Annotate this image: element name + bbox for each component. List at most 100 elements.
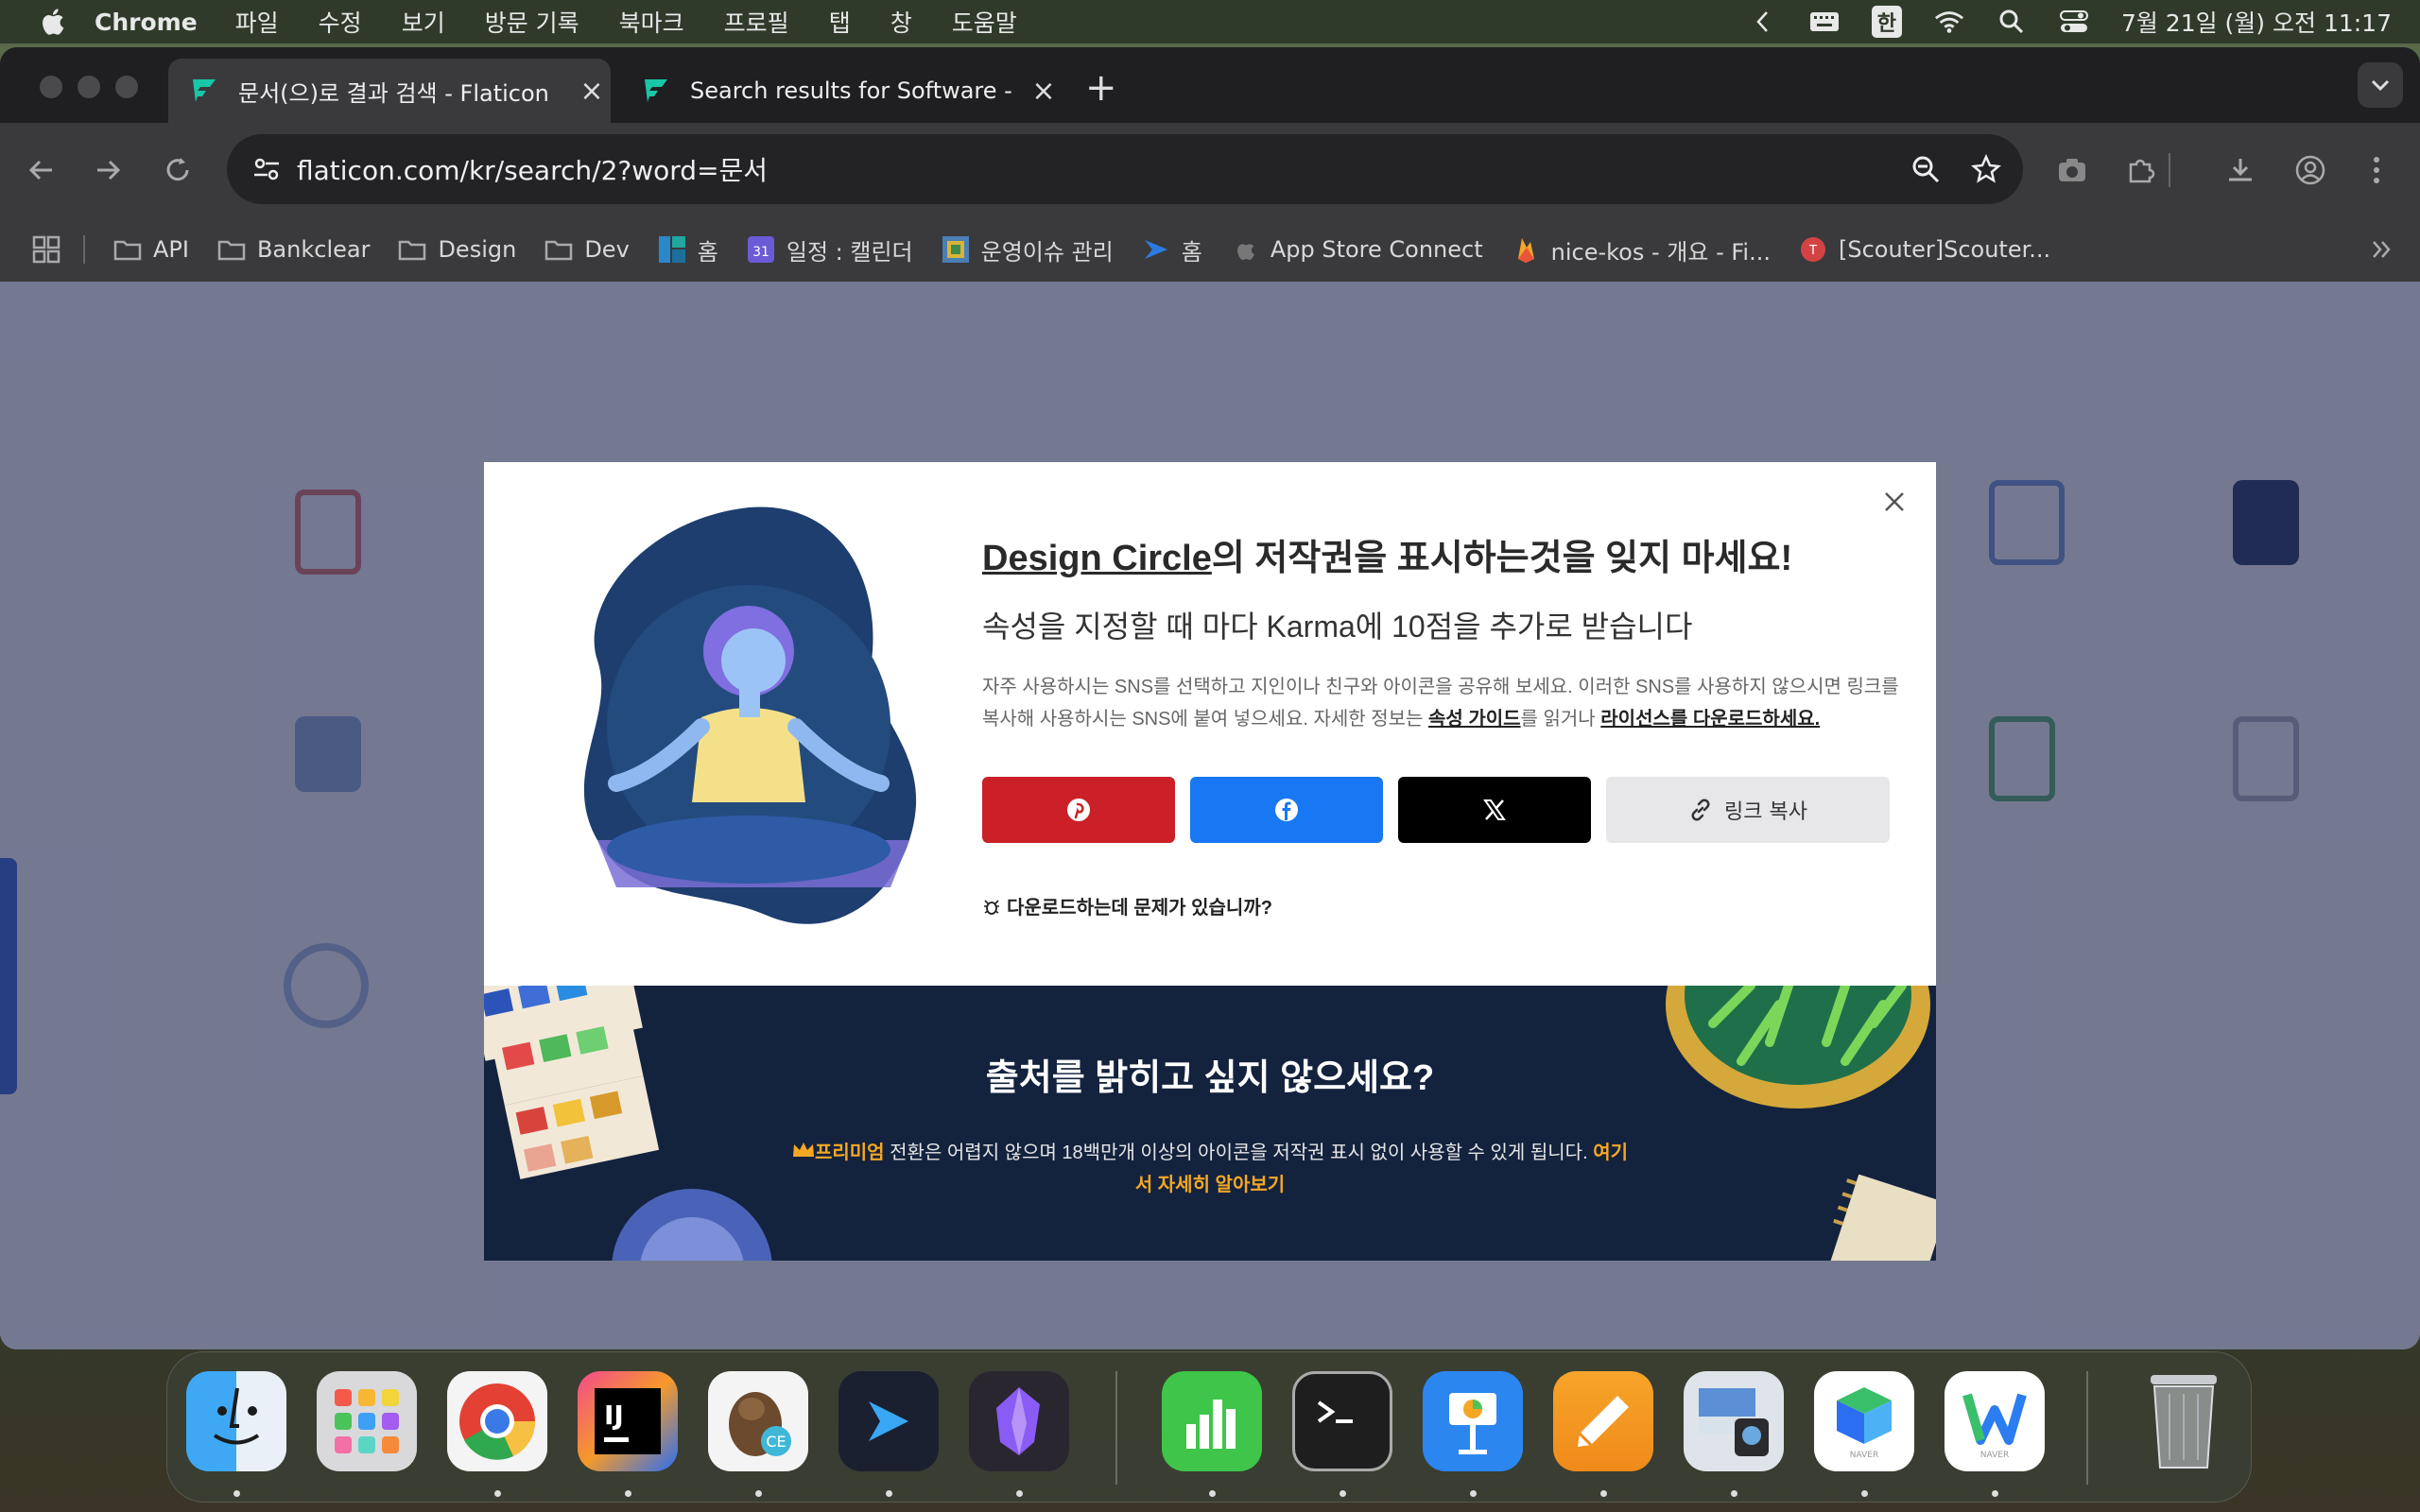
author-link[interactable]: Design Circle	[982, 539, 1212, 578]
profile-avatar-icon[interactable]	[2284, 144, 2337, 197]
window-close-button[interactable]	[40, 76, 62, 98]
bookmark-folder-bankclear[interactable]: Bankclear	[217, 236, 370, 263]
dock-finder[interactable]	[186, 1371, 286, 1471]
modal-title: Design Circle의 저작권을 표시하는것을 잊지 마세요!	[982, 528, 1909, 580]
intellij-icon: IJ	[595, 1388, 661, 1454]
notepad-illustration	[1826, 1175, 1936, 1261]
tab-software-search[interactable]: Search results for Software - ×	[620, 59, 1063, 123]
input-method-indicator[interactable]: 한	[1871, 6, 1902, 38]
terminal-icon	[1317, 1400, 1353, 1423]
web-page: Design Circle의 저작권을 표시하는것을 잊지 마세요! 속성을 지…	[0, 282, 2420, 1349]
attribution-guide-link[interactable]: 속성 가이드	[1428, 709, 1521, 730]
dock-naver-works[interactable]: NAVER	[1814, 1371, 1914, 1471]
dock-dbeaver[interactable]: CE	[708, 1371, 808, 1471]
tab-search-button[interactable]	[2358, 62, 2403, 108]
spotlight-search-icon[interactable]	[1996, 9, 2027, 35]
bookmark-home-2[interactable]: 홈	[1142, 233, 1202, 266]
download-icon[interactable]	[2214, 144, 2267, 197]
camera-extension-icon[interactable]	[2046, 144, 2099, 197]
bookmark-home-1[interactable]: 홈	[658, 233, 718, 266]
copy-link-button[interactable]: 링크 복사	[1606, 777, 1890, 843]
bookmark-ops-issues[interactable]: 운영이슈 관리	[942, 233, 1114, 266]
dock-naver-whale[interactable]: NAVER	[1945, 1371, 2045, 1471]
download-license-link[interactable]: 라이선스를 다운로드하세요.	[1600, 709, 1820, 730]
tab-flaticon-documents[interactable]: 문서(으)로 결과 검색 - Flaticon ×	[168, 59, 611, 123]
apple-icon[interactable]	[38, 7, 66, 37]
control-center-icon[interactable]	[2059, 9, 2089, 35]
menu-tab[interactable]: 탭	[829, 5, 851, 39]
bookmark-label: Dev	[584, 236, 630, 263]
bookmark-nice-kos[interactable]: nice-kos - 개요 - Fi...	[1512, 233, 1771, 266]
bookmark-scouter[interactable]: T [Scouter]Scouter...	[1799, 236, 2050, 263]
bookmark-label: App Store Connect	[1270, 236, 1483, 263]
dock-obsidian[interactable]	[969, 1371, 1069, 1471]
menu-help[interactable]: 도움말	[952, 5, 1017, 39]
window-zoom-button[interactable]	[115, 76, 138, 98]
dock-numbers[interactable]	[1162, 1371, 1262, 1471]
new-tab-button[interactable]: +	[1085, 66, 1117, 110]
wifi-icon[interactable]	[1934, 9, 1964, 35]
back-button[interactable]	[15, 144, 68, 197]
menu-clock[interactable]: 7월 21일 (월) 오전 11:17	[2121, 5, 2392, 39]
bookmark-label: 홈	[1181, 238, 1202, 266]
app-icon: T	[1799, 236, 1827, 263]
url-input[interactable]	[297, 153, 1902, 185]
bookmark-calendar[interactable]: 31 일정 : 캘린더	[747, 233, 913, 266]
dock-launchpad[interactable]	[317, 1371, 417, 1471]
finder-icon	[213, 1387, 260, 1445]
menu-profile[interactable]: 프로필	[724, 5, 789, 39]
bookmark-app-store-connect[interactable]: App Store Connect	[1231, 236, 1483, 263]
dock-trash[interactable]	[2134, 1371, 2234, 1471]
app-icon	[1142, 236, 1170, 263]
modal-close-icon[interactable]	[1876, 483, 1913, 521]
bookmarks-overflow-icon[interactable]	[2371, 239, 2392, 260]
whale-w-icon: NAVER	[1962, 1393, 2027, 1459]
menu-bookmarks[interactable]: 북마크	[619, 5, 684, 39]
tab-close-icon[interactable]: ×	[1025, 75, 1063, 108]
address-bar[interactable]	[227, 134, 2023, 204]
share-pinterest-button[interactable]	[982, 777, 1175, 843]
running-indicator	[494, 1490, 501, 1497]
bug-icon	[984, 899, 999, 915]
svg-text:31: 31	[752, 245, 769, 260]
menu-file[interactable]: 파일	[235, 5, 279, 39]
extensions-puzzle-icon[interactable]	[2114, 144, 2167, 197]
dock-pages[interactable]	[1553, 1371, 1653, 1471]
svg-text:NAVER: NAVER	[1980, 1451, 2009, 1459]
tab-close-icon[interactable]: ×	[573, 75, 611, 108]
forward-button[interactable]	[81, 144, 134, 197]
menu-history[interactable]: 방문 기록	[485, 5, 579, 39]
bookmark-label: API	[153, 236, 189, 263]
keyboard-icon[interactable]	[1809, 9, 1840, 35]
share-facebook-button[interactable]	[1190, 777, 1383, 843]
bookmark-folder-api[interactable]: API	[113, 236, 189, 263]
download-problem-link[interactable]: 다운로드하는데 문제가 있습니까?	[982, 892, 1909, 919]
share-x-button[interactable]	[1398, 777, 1591, 843]
chevron-left-icon[interactable]	[1747, 9, 1777, 35]
zoom-icon[interactable]	[1902, 146, 1949, 193]
dock-prompt[interactable]	[838, 1371, 939, 1471]
kebab-menu-icon[interactable]	[2350, 144, 2403, 197]
menu-app-name[interactable]: Chrome	[95, 9, 198, 36]
menu-edit[interactable]: 수정	[319, 5, 362, 39]
bookmark-folder-dev[interactable]: Dev	[544, 236, 630, 263]
menu-view[interactable]: 보기	[402, 5, 445, 39]
svg-text:NAVER: NAVER	[1850, 1451, 1878, 1459]
dock-preview[interactable]	[1684, 1371, 1784, 1471]
bookmark-folder-design[interactable]: Design	[398, 236, 516, 263]
dock-keynote[interactable]	[1423, 1371, 1523, 1471]
running-indicator	[1340, 1490, 1346, 1497]
dock-chrome[interactable]	[447, 1371, 547, 1471]
download-problem-text: 다운로드하는데 문제가 있습니까?	[1007, 898, 1272, 919]
window-minimize-button[interactable]	[78, 76, 100, 98]
site-info-icon[interactable]	[248, 150, 285, 188]
apps-grid-icon[interactable]	[32, 235, 60, 264]
menu-window[interactable]: 창	[890, 5, 912, 39]
description-text: 를 읽거나	[1520, 709, 1601, 730]
flaticon-favicon-icon	[645, 79, 667, 102]
premium-link[interactable]: 프리미엄	[815, 1143, 885, 1163]
dock-terminal[interactable]	[1292, 1371, 1392, 1471]
reload-button[interactable]	[151, 144, 204, 197]
bookmark-star-icon[interactable]	[1962, 146, 2010, 193]
dock-intellij[interactable]: IJ	[578, 1371, 678, 1471]
